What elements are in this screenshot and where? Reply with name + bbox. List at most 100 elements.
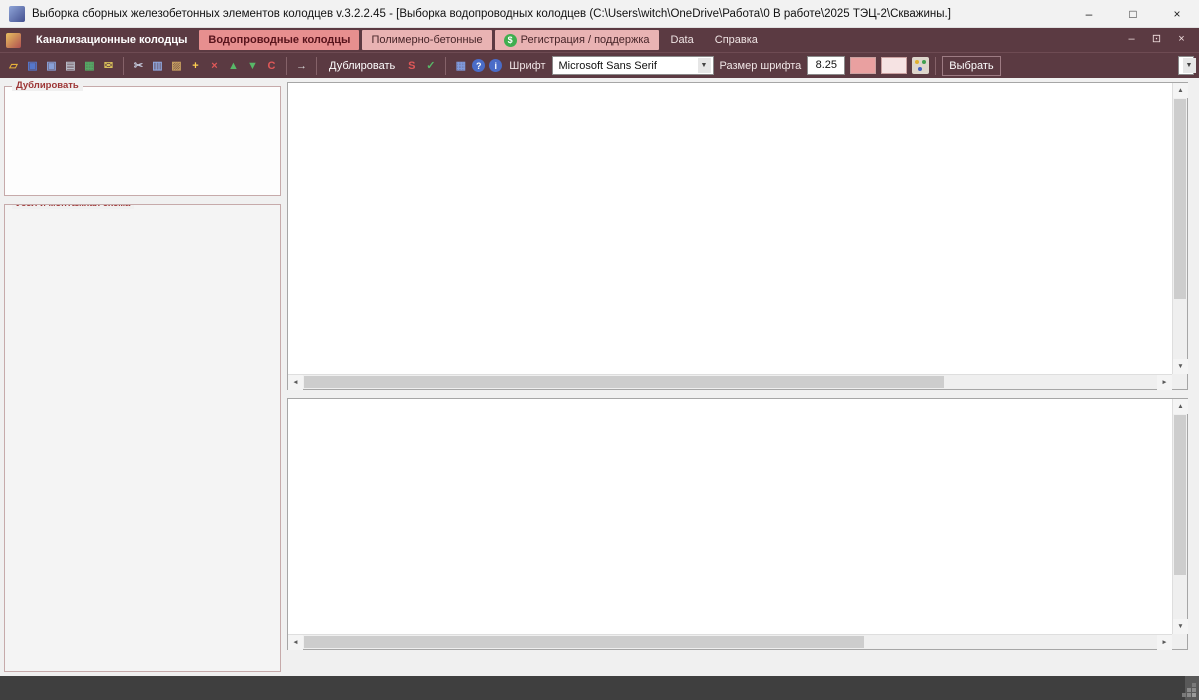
toolbar-icons-apply: S✓ bbox=[403, 57, 439, 74]
info-icon[interactable]: i bbox=[489, 59, 502, 72]
color-swatch-primary[interactable] bbox=[850, 57, 876, 74]
menu-tab-label: Data bbox=[671, 34, 694, 46]
horizontal-scrollbar[interactable] bbox=[288, 374, 1172, 389]
menu-tab-label: Водопроводные колодцы bbox=[208, 34, 350, 46]
chevron-down-icon[interactable]: ▼ bbox=[698, 58, 711, 73]
scroll-thumb[interactable] bbox=[1174, 99, 1186, 299]
delete-icon[interactable]: × bbox=[206, 57, 223, 74]
toolbar-icons-misc: → bbox=[293, 57, 310, 74]
sum-icon[interactable]: S bbox=[403, 57, 420, 74]
scroll-thumb[interactable] bbox=[304, 636, 864, 648]
menu-tab[interactable]: Справка bbox=[706, 30, 767, 50]
cut-icon[interactable]: ✂ bbox=[130, 57, 147, 74]
window-maximize-button[interactable]: □ bbox=[1111, 0, 1155, 28]
scroll-up-arrow[interactable] bbox=[1173, 399, 1188, 414]
wells-input-grid-wrap bbox=[288, 83, 1172, 374]
menu-tab[interactable]: Полимерно-бетонные bbox=[362, 30, 491, 50]
link-arrow-icon[interactable]: → bbox=[293, 57, 310, 74]
scroll-left-arrow[interactable] bbox=[288, 375, 303, 390]
select-button[interactable]: Выбрать bbox=[942, 56, 1000, 76]
palette-icon[interactable] bbox=[912, 57, 929, 74]
toolbar-separator bbox=[935, 57, 936, 75]
apply-check-icon[interactable]: ✓ bbox=[422, 57, 439, 74]
scroll-thumb[interactable] bbox=[1174, 415, 1186, 575]
menu-tabs: Канализационные колодцы Водопроводные кол… bbox=[27, 28, 1119, 52]
wells-input-grid-region bbox=[287, 82, 1188, 390]
toolbar-icons-edit: ✂▥▨+×▲▼C bbox=[130, 57, 280, 74]
font-select[interactable]: Microsoft Sans Serif ▼ bbox=[552, 56, 714, 75]
mail-icon[interactable]: ✉ bbox=[100, 57, 117, 74]
window-close-button[interactable]: × bbox=[1155, 0, 1199, 28]
scrollbar-corner bbox=[1172, 374, 1187, 389]
scroll-thumb[interactable] bbox=[304, 376, 944, 388]
menu-tab[interactable]: Водопроводные колодцы bbox=[199, 30, 359, 50]
duplicate-group-title: Дублировать bbox=[12, 80, 83, 91]
add-icon[interactable]: + bbox=[187, 57, 204, 74]
print-icon[interactable]: ▤ bbox=[62, 57, 79, 74]
font-size-label: Размер шрифта bbox=[720, 60, 802, 72]
toolbar-icons-help: ▦? i bbox=[452, 57, 503, 74]
image-icon[interactable]: ▦ bbox=[81, 57, 98, 74]
menu-bar: Канализационные колодцы Водопроводные кол… bbox=[0, 28, 1199, 52]
toolbar-icons-file: ▱▣▣▤▦✉ bbox=[5, 57, 117, 74]
toolbar-separator bbox=[445, 57, 446, 75]
save-all-icon[interactable]: ▣ bbox=[43, 57, 60, 74]
toolbar: ▱▣▣▤▦✉ ✂▥▨+×▲▼C → Дублировать S✓ ▦?i Шри… bbox=[0, 52, 1199, 78]
menu-tab[interactable]: $ Регистрация / поддержка bbox=[495, 30, 659, 50]
help-icon[interactable]: ? bbox=[472, 59, 485, 72]
mdi-restore-button[interactable]: ⊡ bbox=[1144, 31, 1169, 49]
sidebar: Дублировать Узел и монтажная схема bbox=[0, 78, 285, 676]
duplicate-button[interactable]: Дублировать bbox=[323, 56, 401, 76]
mdi-close-button[interactable]: × bbox=[1169, 31, 1194, 49]
vertical-scrollbar[interactable] bbox=[1172, 399, 1187, 634]
scrollbar-corner bbox=[1172, 634, 1187, 649]
title-bar: Выборка сборных железобетонных элементов… bbox=[0, 0, 1199, 28]
chevron-down-icon[interactable]: ▼ bbox=[1183, 58, 1196, 73]
scroll-right-arrow[interactable] bbox=[1157, 635, 1172, 650]
menu-tab-label: Полимерно-бетонные bbox=[371, 34, 482, 46]
elements-result-grid-region bbox=[287, 398, 1188, 650]
window-minimize-button[interactable]: – bbox=[1067, 0, 1111, 28]
font-size-input[interactable]: 8.25 bbox=[807, 56, 845, 75]
scroll-down-arrow[interactable] bbox=[1173, 359, 1188, 374]
menu-tab-label: Справка bbox=[715, 34, 758, 46]
cancel-icon[interactable]: C bbox=[263, 57, 280, 74]
font-select-value: Microsoft Sans Serif bbox=[559, 60, 657, 72]
duplicate-list bbox=[5, 87, 280, 195]
scroll-up-arrow[interactable] bbox=[1173, 83, 1188, 98]
toolbar-separator bbox=[286, 57, 287, 75]
schema-group-title: Узел и монтажная схема bbox=[12, 204, 134, 209]
move-down-icon[interactable]: ▼ bbox=[244, 57, 261, 74]
color-swatch-secondary[interactable] bbox=[881, 57, 907, 74]
save-icon[interactable]: ▣ bbox=[24, 57, 41, 74]
toolbar-separator bbox=[316, 57, 317, 75]
mdi-minimize-button[interactable]: – bbox=[1119, 31, 1144, 49]
elements-result-grid-wrap bbox=[288, 399, 1172, 634]
menu-tab-label: Канализационные колодцы bbox=[36, 34, 187, 46]
paste-icon[interactable]: ▨ bbox=[168, 57, 185, 74]
scroll-left-arrow[interactable] bbox=[288, 635, 303, 650]
horizontal-scrollbar[interactable] bbox=[288, 634, 1172, 649]
vertical-scrollbar[interactable] bbox=[1172, 83, 1187, 374]
font-label: Шрифт bbox=[509, 60, 545, 72]
table-icon[interactable]: ▦ bbox=[452, 57, 469, 74]
resize-grip[interactable] bbox=[1192, 693, 1196, 697]
dollar-icon: $ bbox=[504, 34, 517, 47]
copy-icon[interactable]: ▥ bbox=[149, 57, 166, 74]
open-folder-icon[interactable]: ▱ bbox=[5, 57, 22, 74]
menu-tab[interactable]: Канализационные колодцы bbox=[27, 30, 196, 50]
bottom-tab-bar bbox=[287, 654, 1188, 676]
menu-tab[interactable]: Data bbox=[662, 30, 703, 50]
document-icon bbox=[6, 33, 21, 48]
scroll-right-arrow[interactable] bbox=[1157, 375, 1172, 390]
extra-dropdown[interactable]: ▼ bbox=[1178, 56, 1194, 75]
move-up-icon[interactable]: ▲ bbox=[225, 57, 242, 74]
status-bar bbox=[0, 676, 1199, 700]
menu-tab-label: Регистрация / поддержка bbox=[521, 34, 650, 46]
window-title: Выборка сборных железобетонных элементов… bbox=[32, 8, 1067, 20]
app-icon bbox=[9, 6, 25, 22]
schema-group: Узел и монтажная схема bbox=[4, 204, 281, 672]
duplicate-group: Дублировать bbox=[4, 86, 281, 196]
toolbar-separator bbox=[123, 57, 124, 75]
scroll-down-arrow[interactable] bbox=[1173, 619, 1188, 634]
